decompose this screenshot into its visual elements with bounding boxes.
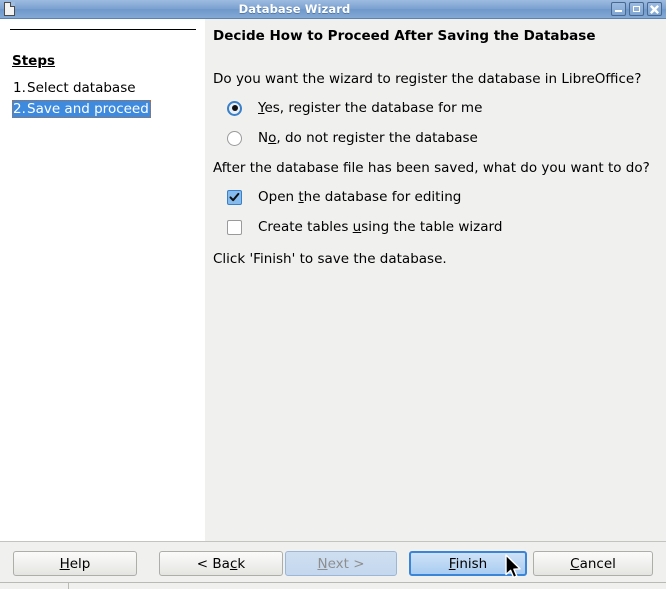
radio-icon-unselected[interactable] — [227, 130, 242, 146]
status-strip — [0, 582, 666, 589]
finish-button[interactable]: Finish — [409, 551, 527, 576]
radio-icon-selected[interactable] — [227, 100, 242, 116]
dialog-button-bar: Help < Back Next > Finish Cancel — [0, 541, 666, 582]
label-part: ancel — [579, 555, 616, 572]
register-no-label: No, do not register the database — [258, 130, 478, 146]
sidebar-item-select-database[interactable]: 1.Select database — [12, 79, 138, 97]
button-label: Cancel — [570, 556, 616, 572]
dialog-body: Steps 1.Select database 2.Save and proce… — [0, 19, 666, 541]
back-button[interactable]: < Back — [159, 551, 283, 576]
label-part: sing the table wizard — [361, 219, 503, 235]
open-database-option[interactable]: Open the database for editing — [227, 189, 461, 205]
label-part: he database for editing — [303, 189, 462, 205]
mnemonic-char: N — [317, 555, 328, 572]
label-part: N — [258, 130, 269, 146]
open-database-label: Open the database for editing — [258, 189, 461, 205]
window-controls — [611, 2, 666, 16]
button-label: < Back — [197, 556, 245, 572]
page-title: Decide How to Proceed After Saving the D… — [213, 28, 596, 44]
content-pane: Decide How to Proceed After Saving the D… — [205, 19, 666, 541]
database-wizard-dialog: Database Wizard Steps 1.Select database … — [0, 0, 666, 589]
mnemonic-char: H — [59, 555, 70, 572]
after-save-question-label: After the database file has been saved, … — [213, 160, 650, 176]
register-no-option[interactable]: No, do not register the database — [227, 130, 478, 146]
mnemonic-char: u — [352, 219, 362, 235]
step-label: Save and proceed — [27, 101, 149, 117]
step-number: 1. — [13, 80, 26, 96]
close-button[interactable] — [647, 2, 662, 16]
register-yes-label: Yes, register the database for me — [258, 100, 482, 116]
label-part: Create tables — [258, 219, 353, 235]
maximize-button[interactable] — [629, 2, 644, 16]
label-part: ext > — [327, 555, 365, 572]
title-bar: Database Wizard — [0, 0, 666, 19]
checkbox-icon-empty[interactable] — [227, 219, 242, 235]
sidebar-item-save-and-proceed[interactable]: 2.Save and proceed — [12, 100, 151, 118]
label-part: Open — [258, 189, 299, 205]
label-part: , do not register the database — [276, 130, 478, 146]
mnemonic-char: C — [570, 555, 580, 572]
next-button: Next > — [285, 551, 397, 576]
create-tables-label: Create tables using the table wizard — [258, 219, 502, 235]
cancel-button[interactable]: Cancel — [533, 551, 653, 576]
sidebar-divider — [10, 29, 196, 30]
help-button[interactable]: Help — [13, 551, 137, 576]
button-label: Next > — [317, 556, 364, 572]
button-label: Help — [60, 556, 91, 572]
steps-heading: Steps — [12, 53, 56, 69]
label-part: inish — [455, 555, 488, 572]
label-part: es, register the database for me — [264, 100, 483, 116]
button-label: Finish — [449, 556, 487, 572]
steps-sidebar: Steps 1.Select database 2.Save and proce… — [0, 19, 205, 541]
finish-hint-label: Click 'Finish' to save the database. — [213, 251, 447, 267]
checkmark-icon[interactable] — [227, 189, 242, 205]
step-label: Select database — [27, 80, 136, 96]
label-part: < Ba — [196, 555, 230, 572]
register-question-label: Do you want the wizard to register the d… — [213, 71, 642, 87]
mnemonic-char: F — [448, 555, 456, 572]
label-part: elp — [69, 555, 91, 572]
create-tables-option[interactable]: Create tables using the table wizard — [227, 219, 502, 235]
step-number: 2. — [13, 101, 26, 117]
window-title: Database Wizard — [238, 1, 351, 16]
register-yes-option[interactable]: Yes, register the database for me — [227, 100, 482, 116]
minimize-button[interactable] — [611, 2, 626, 16]
label-part: k — [237, 555, 246, 572]
